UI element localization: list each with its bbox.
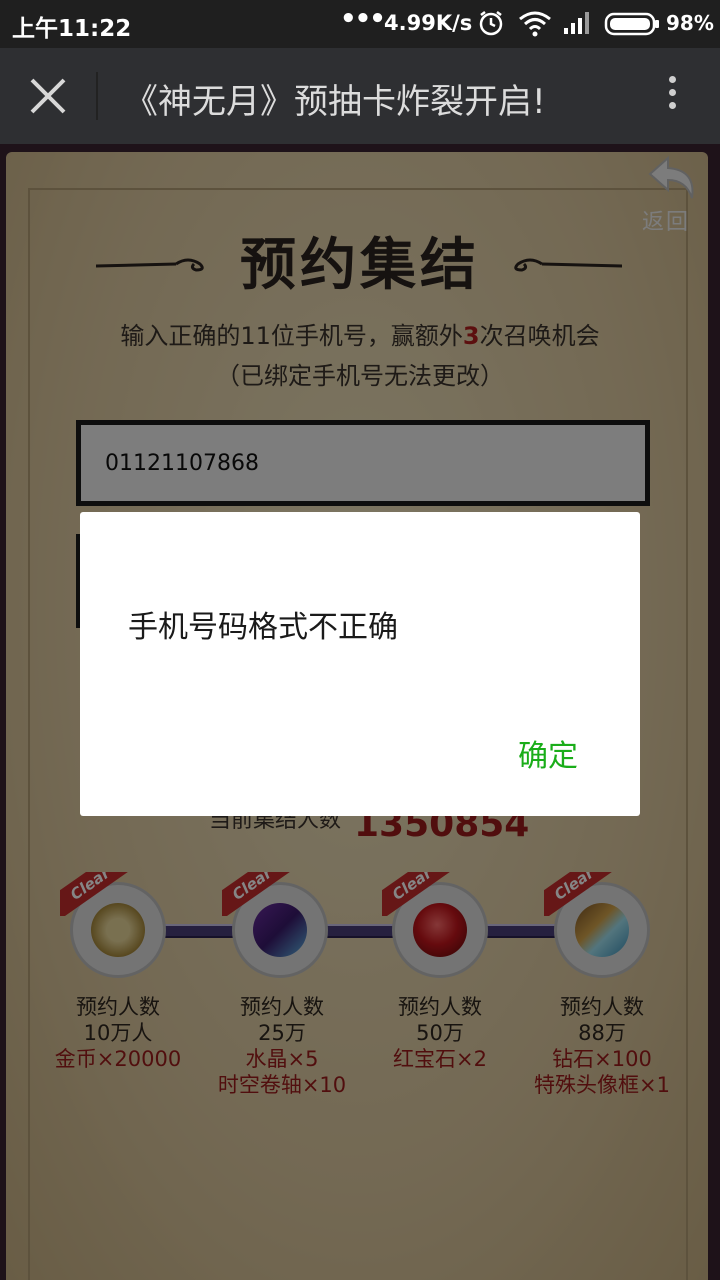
dialog-message: 手机号码格式不正确 xyxy=(128,610,398,645)
alert-dialog: 手机号码格式不正确 确定 xyxy=(80,512,640,816)
more-vertical-icon xyxy=(650,76,694,109)
status-time: 上午11:22 xyxy=(12,16,132,42)
status-bar: 上午11:22 ••• 4.99K/s 98% xyxy=(0,0,720,48)
close-icon xyxy=(30,78,66,114)
close-button[interactable] xyxy=(18,66,78,126)
notification-dots: ••• xyxy=(340,4,386,34)
battery-icon xyxy=(604,12,662,40)
network-speed: 4.99K/s xyxy=(384,11,473,35)
dialog-ok-button[interactable]: 确定 xyxy=(488,732,608,782)
battery-percent: 98% xyxy=(666,11,714,35)
title-divider xyxy=(96,72,98,120)
wifi-icon xyxy=(518,9,552,41)
signal-icon xyxy=(562,10,594,40)
more-menu-button[interactable] xyxy=(650,70,694,122)
title-bar: 《神无月》预抽卡炸裂开启! xyxy=(0,48,720,144)
alarm-icon xyxy=(477,9,505,41)
page-title: 《神无月》预抽卡炸裂开启! xyxy=(124,82,546,122)
